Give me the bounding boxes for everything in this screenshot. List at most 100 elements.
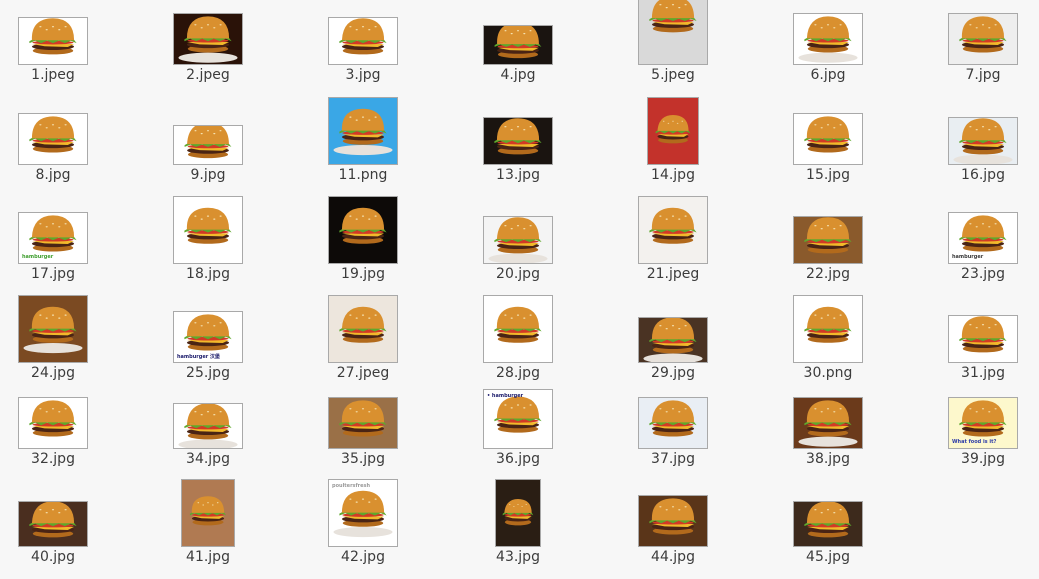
file-item[interactable]: 30.png xyxy=(758,295,898,382)
file-item[interactable]: poultersfresh 42.jpg xyxy=(293,479,433,566)
file-item[interactable]: 29.jpg xyxy=(603,317,743,382)
file-item[interactable]: hamburger 17.jpg xyxy=(0,212,123,283)
file-item[interactable]: 27.jpeg xyxy=(293,295,433,382)
image-thumbnail[interactable] xyxy=(328,97,398,165)
image-thumbnail[interactable] xyxy=(328,196,398,264)
file-name-label: 39.jpg xyxy=(961,451,1005,467)
thumbnail-caption: hamburger xyxy=(22,254,54,260)
image-thumbnail[interactable] xyxy=(173,125,243,165)
image-thumbnail[interactable] xyxy=(638,0,708,65)
image-thumbnail[interactable] xyxy=(483,25,553,65)
thumbnail-caption: hamburger 汉堡 xyxy=(177,354,220,360)
file-item[interactable]: 19.jpg xyxy=(293,196,433,283)
image-thumbnail[interactable] xyxy=(18,397,88,449)
file-item[interactable]: 24.jpg xyxy=(0,295,123,382)
image-thumbnail[interactable]: hamburger xyxy=(948,212,1018,264)
image-thumbnail[interactable] xyxy=(948,117,1018,165)
image-thumbnail[interactable] xyxy=(647,97,699,165)
file-item[interactable]: 18.jpg xyxy=(138,196,278,283)
image-thumbnail[interactable] xyxy=(793,501,863,547)
file-item[interactable]: 32.jpg xyxy=(0,397,123,468)
file-item[interactable]: 38.jpg xyxy=(758,397,898,468)
file-name-label: 15.jpg xyxy=(806,167,850,183)
image-thumbnail[interactable] xyxy=(638,196,708,264)
image-thumbnail[interactable] xyxy=(793,216,863,264)
file-item[interactable]: 15.jpg xyxy=(758,113,898,184)
image-thumbnail[interactable]: hamburger xyxy=(18,212,88,264)
image-thumbnail[interactable]: hamburger 汉堡 xyxy=(173,311,243,363)
file-item[interactable]: 31.jpg xyxy=(913,315,1039,382)
image-thumbnail[interactable]: • hamburger xyxy=(483,389,553,449)
file-item[interactable]: 22.jpg xyxy=(758,216,898,283)
file-name-label: 27.jpeg xyxy=(336,365,390,381)
image-thumbnail[interactable] xyxy=(638,397,708,449)
image-thumbnail[interactable] xyxy=(483,216,553,264)
file-item[interactable]: 43.jpg xyxy=(448,479,588,566)
file-item[interactable]: 4.jpg xyxy=(448,25,588,84)
image-thumbnail[interactable] xyxy=(483,117,553,165)
file-name-label: 23.jpg xyxy=(961,266,1005,282)
file-name-label: 20.jpg xyxy=(496,266,540,282)
image-thumbnail[interactable] xyxy=(793,397,863,449)
image-thumbnail[interactable] xyxy=(793,113,863,165)
file-name-label: 40.jpg xyxy=(31,549,75,565)
file-item[interactable]: 6.jpg xyxy=(758,13,898,84)
file-name-label: 45.jpg xyxy=(806,549,850,565)
file-item[interactable]: 44.jpg xyxy=(603,495,743,566)
file-name-label: 28.jpg xyxy=(496,365,540,381)
image-thumbnail[interactable] xyxy=(173,403,243,449)
image-thumbnail[interactable] xyxy=(328,17,398,65)
file-name-label: 31.jpg xyxy=(961,365,1005,381)
image-thumbnail[interactable] xyxy=(18,501,88,547)
file-item[interactable]: 2.jpeg xyxy=(138,13,278,84)
file-name-label: 13.jpg xyxy=(496,167,540,183)
file-item[interactable]: 37.jpg xyxy=(603,397,743,468)
image-thumbnail[interactable] xyxy=(948,315,1018,363)
file-item[interactable]: 14.jpg xyxy=(603,97,743,184)
file-name-label: 38.jpg xyxy=(806,451,850,467)
image-thumbnail[interactable] xyxy=(173,13,243,65)
file-item[interactable]: 3.jpg xyxy=(293,17,433,84)
file-item[interactable]: 13.jpg xyxy=(448,117,588,184)
file-item[interactable]: 1.jpeg xyxy=(0,17,123,84)
file-item[interactable]: 9.jpg xyxy=(138,125,278,184)
file-item[interactable]: 40.jpg xyxy=(0,501,123,566)
image-thumbnail[interactable] xyxy=(638,495,708,547)
file-item[interactable]: 11.png xyxy=(293,97,433,184)
file-item[interactable]: 16.jpg xyxy=(913,117,1039,184)
file-item[interactable]: 5.jpeg xyxy=(603,0,743,84)
file-item[interactable]: 20.jpg xyxy=(448,216,588,283)
image-thumbnail[interactable] xyxy=(18,113,88,165)
file-name-label: 6.jpg xyxy=(810,67,846,83)
image-thumbnail[interactable]: What food is it? xyxy=(948,397,1018,449)
image-thumbnail[interactable]: poultersfresh xyxy=(328,479,398,547)
image-thumbnail[interactable] xyxy=(18,295,88,363)
image-thumbnail[interactable] xyxy=(793,13,863,65)
image-thumbnail[interactable] xyxy=(495,479,541,547)
file-item[interactable]: 41.jpg xyxy=(138,479,278,566)
file-item[interactable]: • hamburger 36.jpg xyxy=(448,389,588,468)
file-item[interactable]: 34.jpg xyxy=(138,403,278,468)
image-thumbnail[interactable] xyxy=(948,13,1018,65)
image-thumbnail[interactable] xyxy=(483,295,553,363)
file-item[interactable]: 7.jpg xyxy=(913,13,1039,84)
file-name-label: 30.png xyxy=(803,365,853,381)
file-item[interactable]: 35.jpg xyxy=(293,397,433,468)
file-item[interactable]: 45.jpg xyxy=(758,501,898,566)
file-name-label: 2.jpeg xyxy=(186,67,230,83)
image-thumbnail[interactable] xyxy=(793,295,863,363)
file-item[interactable]: What food is it? 39.jpg xyxy=(913,397,1039,468)
file-item[interactable]: 28.jpg xyxy=(448,295,588,382)
image-thumbnail[interactable] xyxy=(328,295,398,363)
file-item[interactable]: hamburger 汉堡 25.jpg xyxy=(138,311,278,382)
file-item[interactable]: hamburger 23.jpg xyxy=(913,212,1039,283)
image-thumbnail[interactable] xyxy=(328,397,398,449)
file-item[interactable]: 21.jpeg xyxy=(603,196,743,283)
image-thumbnail[interactable] xyxy=(18,17,88,65)
file-name-label: 44.jpg xyxy=(651,549,695,565)
image-thumbnail[interactable] xyxy=(638,317,708,363)
image-thumbnail[interactable] xyxy=(173,196,243,264)
file-item[interactable]: 8.jpg xyxy=(0,113,123,184)
image-thumbnail[interactable] xyxy=(181,479,235,547)
file-name-label: 17.jpg xyxy=(31,266,75,282)
